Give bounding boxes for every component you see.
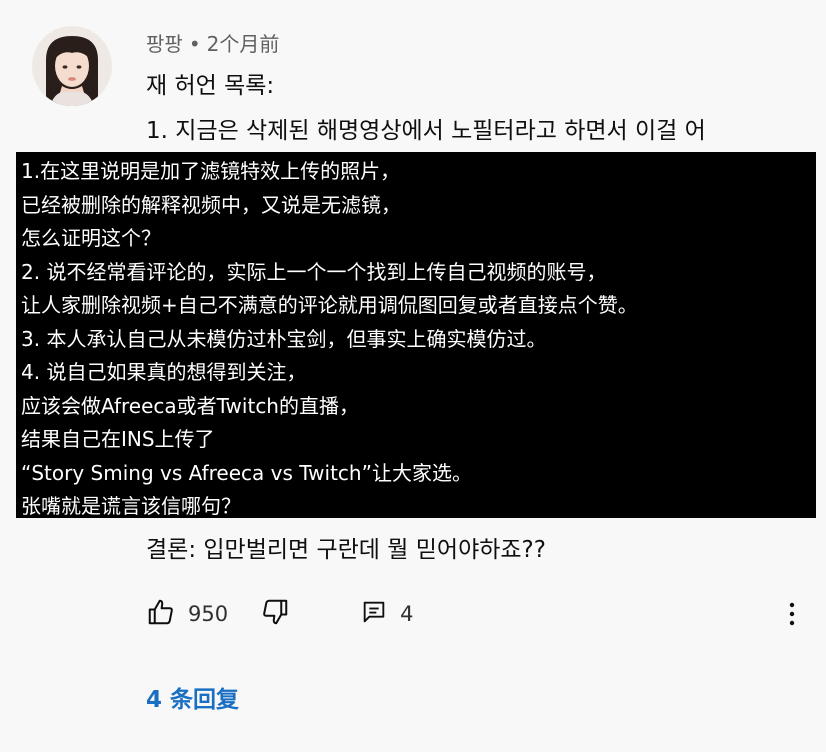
translation-line: “Story Sming vs Afreeca vs Twitch”让大家选。: [21, 460, 472, 485]
comment-count: 4: [400, 602, 414, 626]
comment-text-line-1: 재 허언 목록:: [146, 73, 275, 99]
author-name[interactable]: 팡팡: [146, 32, 183, 56]
comment-meta: 팡팡 • 2个月前: [146, 28, 279, 57]
translation-line: 2. 说不经常看评论的，实际上一个一个找到上传自己视频的账号，: [21, 259, 607, 284]
translation-line: 1.在这里说明是加了滤镜特效上传的照片，: [21, 159, 401, 183]
more-options-button[interactable]: [780, 600, 804, 628]
comment-reply-button[interactable]: 4: [360, 598, 413, 630]
translation-line: 3. 本人承认自己从未模仿过朴宝剑，但事实上确实模仿过。: [21, 326, 547, 351]
comment-timestamp[interactable]: 2个月前: [207, 32, 280, 56]
translation-overlay: 1.在这里说明是加了滤镜特效上传的照片， 已经被删除的解释视频中，又说是无滤镜，…: [16, 152, 816, 518]
more-vertical-icon: [780, 602, 804, 632]
like-button[interactable]: 950: [146, 597, 228, 631]
avatar[interactable]: [32, 26, 112, 106]
meta-separator: •: [188, 32, 201, 56]
like-count: 950: [188, 602, 229, 626]
dislike-button[interactable]: [260, 597, 290, 631]
translation-line: 应该会做Afreeca或者Twitch的直播，: [21, 393, 359, 418]
translation-line: 已经被删除的解释视频中，又说是无滤镜，: [21, 192, 401, 217]
thumbs-up-icon: [146, 597, 176, 631]
comment-conclusion: 결론: 입만벌리면 구란데 뭘 믿어야하죠??: [146, 537, 546, 563]
comment-text-line-2: 1. 지금은 삭제된 해명영상에서 노필터라고 하면서 이걸 어: [146, 118, 706, 144]
thumbs-down-icon: [260, 597, 290, 631]
comment-icon: [360, 598, 388, 630]
translation-line: 怎么证明这个？: [21, 226, 161, 250]
translation-line: 张嘴就是谎言该信哪句？: [21, 494, 241, 518]
comment-action-bar: 950 4: [146, 596, 413, 632]
view-replies-link[interactable]: 4 条回复: [146, 680, 239, 714]
translation-line: 让人家删除视频+自己不满意的评论就用调侃图回复或者直接点个赞。: [21, 293, 638, 317]
translation-line: 结果自己在INS上传了: [21, 427, 215, 451]
translation-line: 4. 说自己如果真的想得到关注，: [21, 360, 307, 384]
